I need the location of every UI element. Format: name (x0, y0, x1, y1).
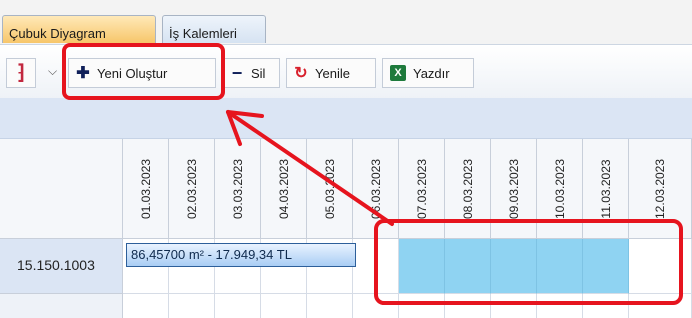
annotation-arrow (226, 110, 394, 226)
